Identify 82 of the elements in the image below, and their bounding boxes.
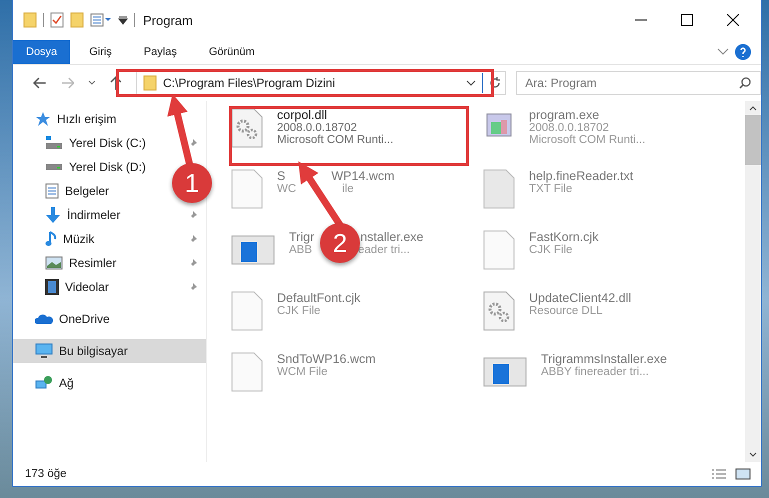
chevron-icon[interactable] <box>88 80 96 86</box>
search-icon <box>739 77 751 89</box>
file-name[interactable]: corpol.dll <box>277 108 328 122</box>
film-icon <box>45 279 59 295</box>
address-path: C:\Program Files\Program Dizini <box>162 76 336 90</box>
ribbon-tab[interactable]: Görünüm <box>196 40 268 64</box>
refresh-icon[interactable] <box>489 77 502 89</box>
gear-file-icon <box>231 108 263 148</box>
star-icon <box>35 111 51 127</box>
folder-icon <box>142 75 157 91</box>
file-detail: ABBY finereader tri... <box>541 366 649 378</box>
monitor-icon <box>35 343 53 359</box>
network-icon <box>35 375 53 391</box>
up-arrow-icon[interactable] <box>110 76 122 90</box>
file-name[interactable]: Trigr <box>289 230 314 244</box>
picture-icon <box>45 256 63 270</box>
ribbon-tab[interactable]: Dosya <box>13 40 70 64</box>
details-view-icon[interactable] <box>711 468 727 480</box>
sidebar-item[interactable]: Hızlı erişim <box>13 107 124 131</box>
thumbnail-view-icon[interactable] <box>735 468 751 480</box>
file-name[interactable]: nstaller.exe <box>360 230 424 244</box>
file-name[interactable]: help.fineReader.txt <box>529 169 634 183</box>
file-detail: TXT File <box>529 183 572 195</box>
view-menu-icon[interactable] <box>90 13 112 27</box>
search-field[interactable]: Ara: Program <box>516 71 761 95</box>
sidebar-item[interactable]: Ağ <box>13 371 82 395</box>
file-icon <box>483 169 515 209</box>
file-detail: ABB <box>289 244 312 256</box>
file-name[interactable]: DefaultFont.cjk <box>277 291 360 305</box>
sidebar-item[interactable]: İndirmeler <box>13 203 206 227</box>
file-detail: Resource DLL <box>529 305 603 317</box>
file-detail: CJK File <box>277 305 320 317</box>
item-count: 173 öğe <box>25 468 67 480</box>
ribbon-tab[interactable]: Paylaş <box>130 40 190 64</box>
scroll-down-icon[interactable] <box>749 452 757 458</box>
file-detail: ile <box>342 183 354 195</box>
properties-icon[interactable] <box>50 12 64 28</box>
file-name[interactable]: S <box>277 169 286 183</box>
file-icon <box>231 352 263 392</box>
cloud-icon <box>35 313 53 325</box>
help-icon[interactable] <box>735 44 751 60</box>
download-arrow-icon <box>45 207 61 223</box>
ribbon-tab[interactable]: Giriş <box>76 40 125 64</box>
back-arrow-icon[interactable] <box>33 77 47 89</box>
drive-icon <box>45 136 63 150</box>
sidebar-item[interactable]: Videolar <box>13 275 206 299</box>
chevron-icon[interactable] <box>466 80 476 86</box>
file-detail: 2008.0.0.18702 <box>277 122 357 134</box>
sidebar-item[interactable]: Resimler <box>13 251 206 275</box>
file-detail: eader tri... <box>358 244 410 256</box>
file-detail: WC <box>277 183 296 195</box>
file-name[interactable]: FastKorn.cjk <box>529 230 598 244</box>
sidebar-item[interactable]: Yerel Disk (D:) <box>13 155 154 179</box>
gear-file-icon <box>483 291 515 331</box>
file-icon <box>231 291 263 331</box>
sidebar-item[interactable]: Belgeler <box>13 179 118 203</box>
file-name[interactable]: UpdateClient42.dll <box>529 291 632 305</box>
file-name[interactable]: program.exe <box>529 108 600 122</box>
file-detail: WCM File <box>277 366 328 378</box>
file-name[interactable]: TrigrammsInstaller.exe <box>541 352 667 366</box>
file-icon <box>483 230 515 270</box>
scrollbar-thumb[interactable] <box>745 115 761 165</box>
maximize-icon[interactable] <box>681 14 693 26</box>
file-detail: Microsoft COM Runti... <box>277 134 394 146</box>
file-name[interactable]: WP14.wcm <box>331 169 395 183</box>
file-detail: 2008.0.0.18702 <box>529 122 609 134</box>
window-title: Program <box>143 12 193 28</box>
sidebar-item[interactable]: OneDrive <box>13 307 118 331</box>
music-note-icon <box>45 231 57 247</box>
close-icon[interactable] <box>727 14 739 26</box>
scroll-up-icon[interactable] <box>749 105 757 111</box>
file-name[interactable]: SndToWP16.wcm <box>277 352 376 366</box>
sidebar-item[interactable]: Yerel Disk (C:) <box>13 131 206 155</box>
dropdown-icon[interactable] <box>118 15 128 25</box>
file-detail: Microsoft COM Runti... <box>529 134 646 146</box>
document-icon <box>45 183 59 199</box>
file-detail: CJK File <box>529 244 572 256</box>
address-bar[interactable]: C:\Program Files\Program Dizini <box>136 71 506 95</box>
file-icon <box>231 169 263 209</box>
drive-icon <box>45 164 63 170</box>
sidebar-item[interactable]: Bu bilgisayar <box>13 339 206 363</box>
sidebar-item[interactable]: Müzik <box>13 227 206 251</box>
